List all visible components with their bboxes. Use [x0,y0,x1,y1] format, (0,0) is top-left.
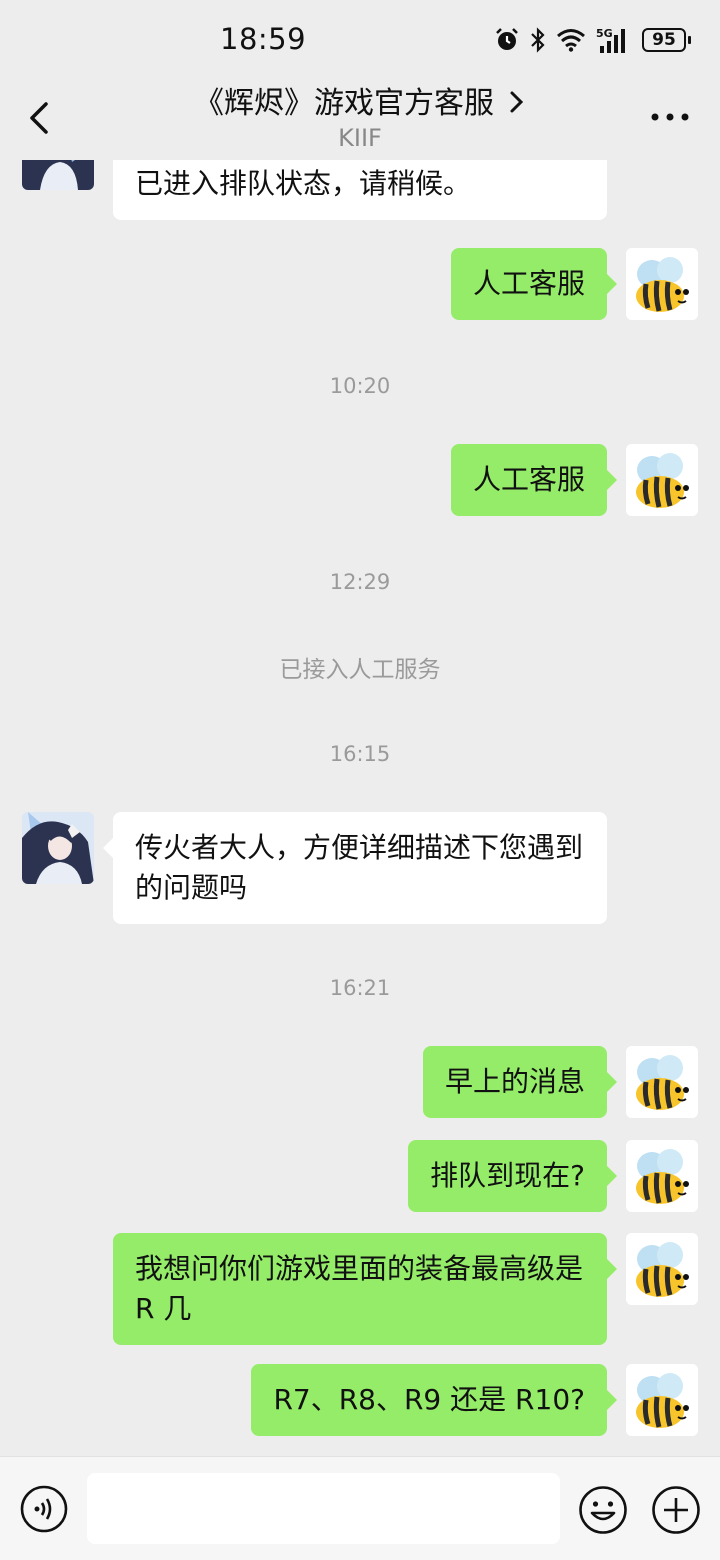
signal-5g-icon: 5G [596,27,625,53]
system-notice: 已接入人工服务 [279,657,441,683]
chat-title[interactable]: 《辉烬》游戏官方客服 [0,78,720,122]
chat-subtitle: KIIF [338,124,382,152]
bee-avatar-icon [626,1233,698,1305]
message-text: 我想问你们游戏里面的装备最高级是 R 几 [135,1252,584,1325]
battery-icon: 95 [642,28,691,52]
message-bubble-outgoing[interactable]: 我想问你们游戏里面的装备最高级是 R 几 [113,1233,617,1345]
message-bubble-outgoing[interactable]: R7、R8、R9 还是 R10? [251,1364,617,1436]
status-time: 18:59 [220,22,307,56]
status-bar: 18:59 5G 95 [0,0,720,78]
message-text: R7、R8、R9 还是 R10? [273,1383,585,1416]
user-avatar[interactable] [626,444,698,516]
message-bubble-incoming[interactable]: 当前人工坐席繁忙，请耐心等待，您已进入排队状态，请稍候。 [113,160,607,220]
message-timestamp: 16:15 [329,742,391,766]
bee-avatar-icon [626,1046,698,1118]
emoji-icon[interactable] [578,1485,628,1535]
message-list[interactable]: 当前人工坐席繁忙，请耐心等待，您已进入排队状态，请稍候。 人工客服 10:20 … [0,160,720,1456]
message-text: 排队到现在? [430,1159,585,1192]
bee-avatar-icon [626,1364,698,1436]
bee-avatar-icon [626,1140,698,1212]
message-bubble-outgoing[interactable]: 早上的消息 [422,1046,618,1118]
user-avatar[interactable] [626,1364,698,1436]
message-text: 早上的消息 [444,1065,585,1098]
user-avatar[interactable] [626,1046,698,1118]
bee-avatar-icon [626,444,698,516]
message-bubble-outgoing[interactable]: 排队到现在? [408,1140,617,1212]
message-text: 传火者大人，方便详细描述下您遇到的问题吗 [135,831,584,904]
user-avatar[interactable] [626,248,698,320]
agent-avatar[interactable] [22,160,94,190]
message-text: 当前人工坐席繁忙，请耐心等待，您已进入排队状态，请稍候。 [135,167,472,200]
message-text: 人工客服 [472,267,585,300]
message-bubble-incoming[interactable]: 传火者大人，方便详细描述下您遇到的问题吗 [103,812,607,924]
bee-avatar-icon [626,248,698,320]
chat-title-text: 《辉烬》游戏官方客服 [194,86,494,121]
message-timestamp: 10:20 [329,374,391,398]
battery-level: 95 [652,30,676,50]
chat-header: 《辉烬》游戏官方客服 KIIF [0,78,720,160]
message-bubble-outgoing[interactable]: 人工客服 [450,248,618,320]
alarm-icon [496,28,518,50]
user-avatar[interactable] [626,1233,698,1305]
plus-icon[interactable] [651,1485,701,1535]
message-bubble-outgoing[interactable]: 人工客服 [450,444,618,516]
anime-girl-avatar-icon [22,812,94,884]
anime-girl-avatar-icon [22,160,94,190]
voice-icon[interactable] [20,1485,68,1533]
chevron-right-icon [510,91,524,113]
status-icons: 5G 95 [494,24,691,56]
user-avatar[interactable] [626,1140,698,1212]
input-bar [0,1456,720,1560]
network-type-label: 5G [596,27,613,40]
agent-avatar[interactable] [22,812,94,884]
wifi-icon [557,29,585,52]
more-dots-icon[interactable] [650,110,690,124]
message-timestamp: 12:29 [329,570,391,594]
bluetooth-icon [531,27,545,53]
message-text: 人工客服 [472,463,585,496]
message-input[interactable] [87,1473,560,1544]
message-timestamp: 16:21 [329,976,391,1000]
